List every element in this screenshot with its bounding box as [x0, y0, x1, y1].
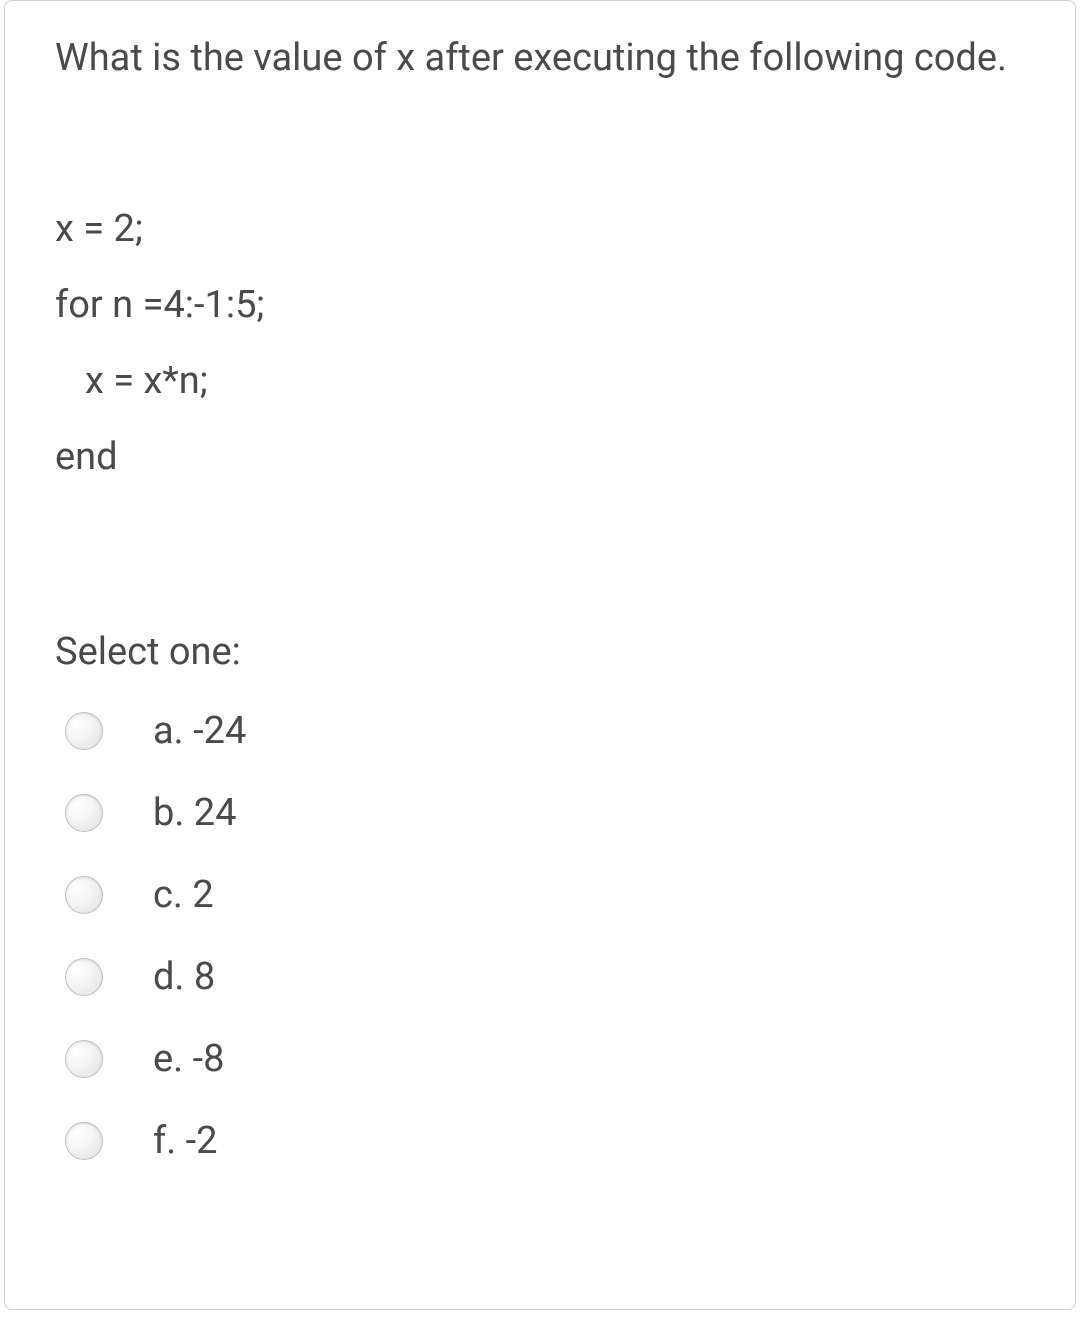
code-block: x = 2; for n =4:-1:5; x = x*n; end — [55, 191, 1025, 495]
radio-button-icon[interactable] — [65, 794, 103, 832]
option-label: d. 8 — [153, 955, 215, 999]
question-text: What is the value of x after executing t… — [55, 31, 1025, 86]
option-e[interactable]: e. -8 — [65, 1037, 1025, 1081]
option-label: e. -8 — [153, 1037, 224, 1081]
code-line-4: end — [55, 419, 1025, 495]
option-b[interactable]: b. 24 — [65, 791, 1025, 835]
radio-button-icon[interactable] — [65, 1040, 103, 1078]
option-d[interactable]: d. 8 — [65, 955, 1025, 999]
option-a[interactable]: a. -24 — [65, 709, 1025, 753]
options-list: a. -24 b. 24 c. 2 d. 8 e. -8 f. -2 — [55, 709, 1025, 1163]
code-line-3: x = x*n; — [55, 343, 1025, 419]
option-label: a. -24 — [153, 709, 246, 753]
code-line-2: for n =4:-1:5; — [55, 267, 1025, 343]
radio-button-icon[interactable] — [65, 876, 103, 914]
option-f[interactable]: f. -2 — [65, 1119, 1025, 1163]
option-c[interactable]: c. 2 — [65, 873, 1025, 917]
question-container: What is the value of x after executing t… — [4, 0, 1076, 1310]
select-prompt: Select one: — [55, 630, 1025, 674]
radio-button-icon[interactable] — [65, 958, 103, 996]
option-label: c. 2 — [153, 873, 214, 917]
radio-button-icon[interactable] — [65, 1122, 103, 1160]
radio-button-icon[interactable] — [65, 712, 103, 750]
option-label: f. -2 — [153, 1119, 218, 1163]
code-line-1: x = 2; — [55, 191, 1025, 267]
option-label: b. 24 — [153, 791, 237, 835]
